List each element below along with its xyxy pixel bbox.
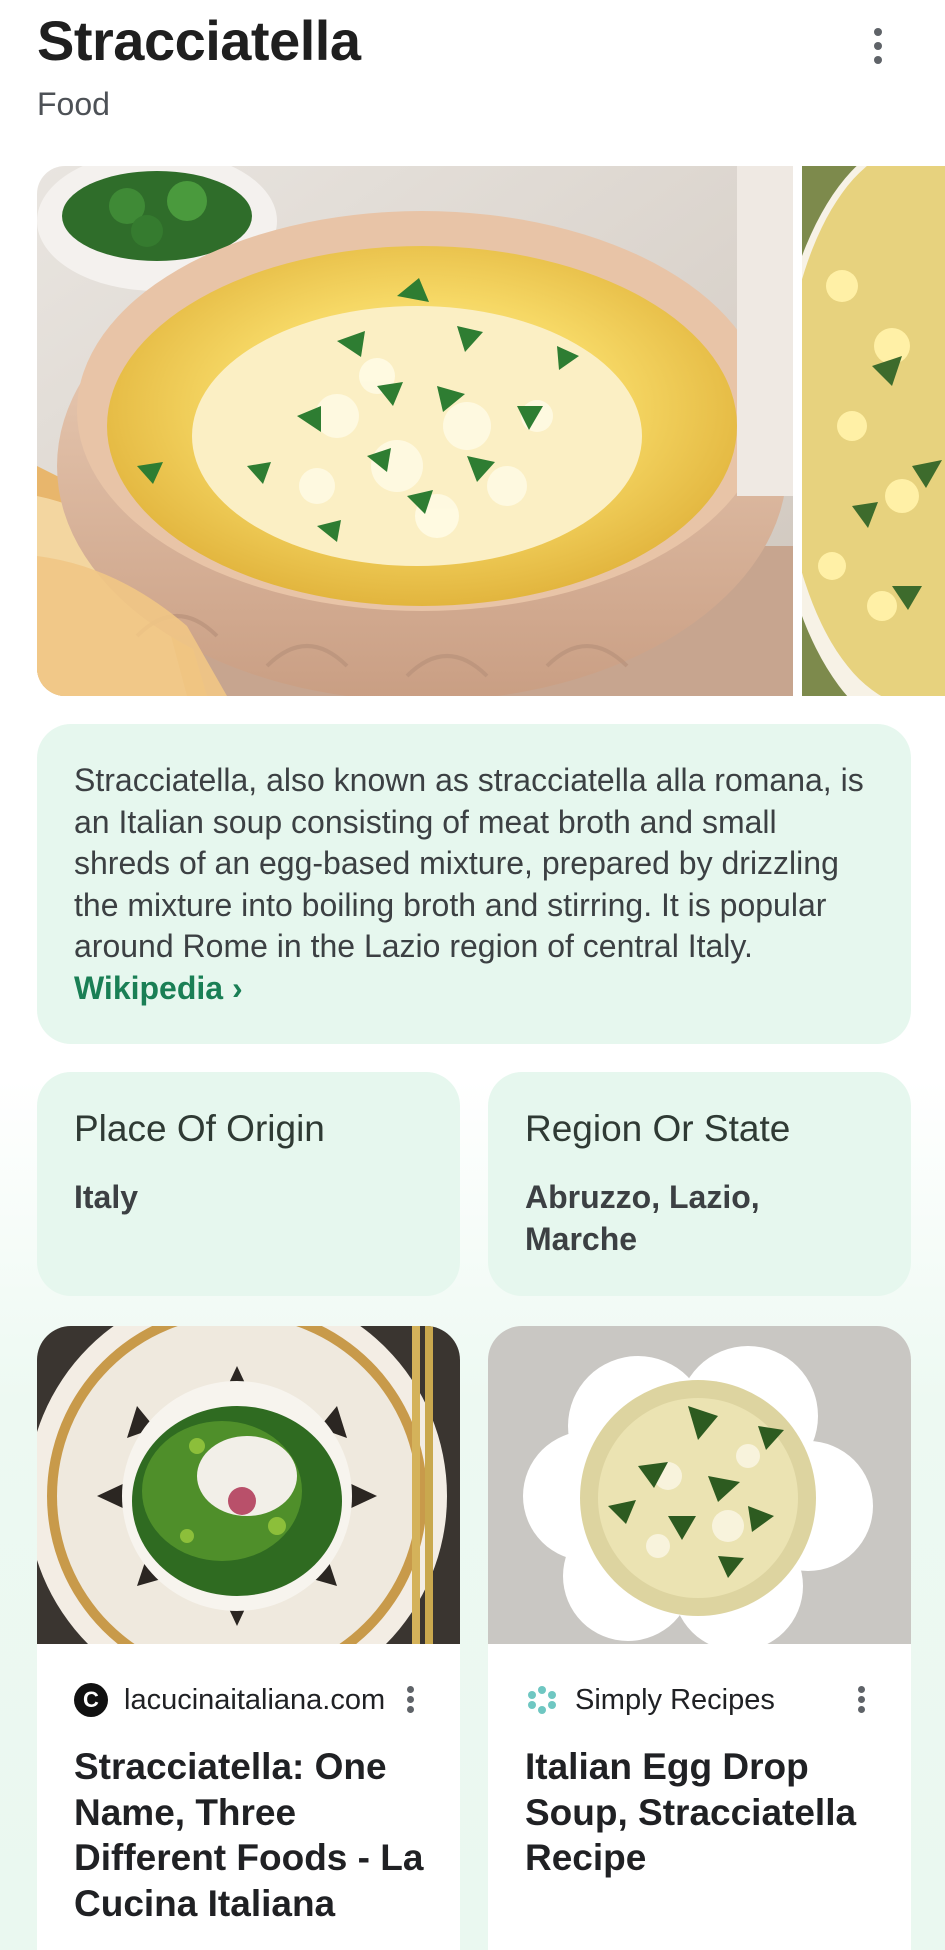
article-source: Simply Recipes — [525, 1680, 874, 1720]
article-source: C lacucinaitaliana.com — [74, 1680, 423, 1720]
more-options-icon[interactable] — [850, 1682, 874, 1718]
article-card-lacucinaitaliana[interactable]: C lacucinaitaliana.com Stracciatella: On… — [37, 1326, 460, 1950]
source-name: lacucinaitaliana.com — [124, 1683, 386, 1716]
chevron-right-icon: › — [231, 969, 243, 1006]
fact-label: Place Of Origin — [74, 1108, 325, 1149]
description-text: Stracciatella, also known as stracciatel… — [74, 762, 864, 1006]
description-card: Stracciatella, also known as stracciatel… — [37, 724, 911, 1044]
article-thumbnail[interactable] — [488, 1326, 911, 1644]
article-thumbnail[interactable] — [37, 1326, 460, 1644]
image-carousel[interactable] — [0, 166, 945, 696]
fact-value: Italy — [74, 1179, 139, 1215]
fact-card-region-or-state[interactable]: Region Or State Abruzzo, Lazio, Marche — [488, 1072, 911, 1296]
page-title: Stracciatella — [37, 9, 361, 72]
fact-label: Region Or State — [525, 1108, 791, 1149]
pasta-plate-photo — [37, 1326, 460, 1644]
more-options-icon[interactable] — [399, 1682, 423, 1718]
carousel-image-stracciatella-soup[interactable] — [37, 166, 793, 696]
pasta-photo — [802, 166, 945, 696]
simply-recipes-logo-icon — [525, 1683, 559, 1717]
article-card-simply-recipes[interactable]: Simply Recipes Italian Egg Drop Soup, St… — [488, 1326, 911, 1950]
fact-value: Abruzzo, Lazio, Marche — [525, 1179, 760, 1257]
article-title[interactable]: Italian Egg Drop Soup, Stracciatella Rec… — [525, 1744, 881, 1881]
carousel-image-pasta-dish[interactable] — [802, 166, 945, 696]
page-subtitle: Food — [37, 86, 110, 122]
fact-card-place-of-origin[interactable]: Place Of Origin Italy — [37, 1072, 460, 1296]
source-name: Simply Recipes — [575, 1683, 775, 1716]
article-title[interactable]: Stracciatella: One Name, Three Different… — [74, 1744, 430, 1926]
egg-drop-soup-photo — [488, 1326, 911, 1644]
wikipedia-link[interactable]: Wikipedia › — [74, 970, 243, 1006]
lacucinaitaliana-logo-icon: C — [74, 1683, 108, 1717]
more-options-icon[interactable] — [860, 28, 896, 64]
soup-photo — [37, 166, 793, 696]
